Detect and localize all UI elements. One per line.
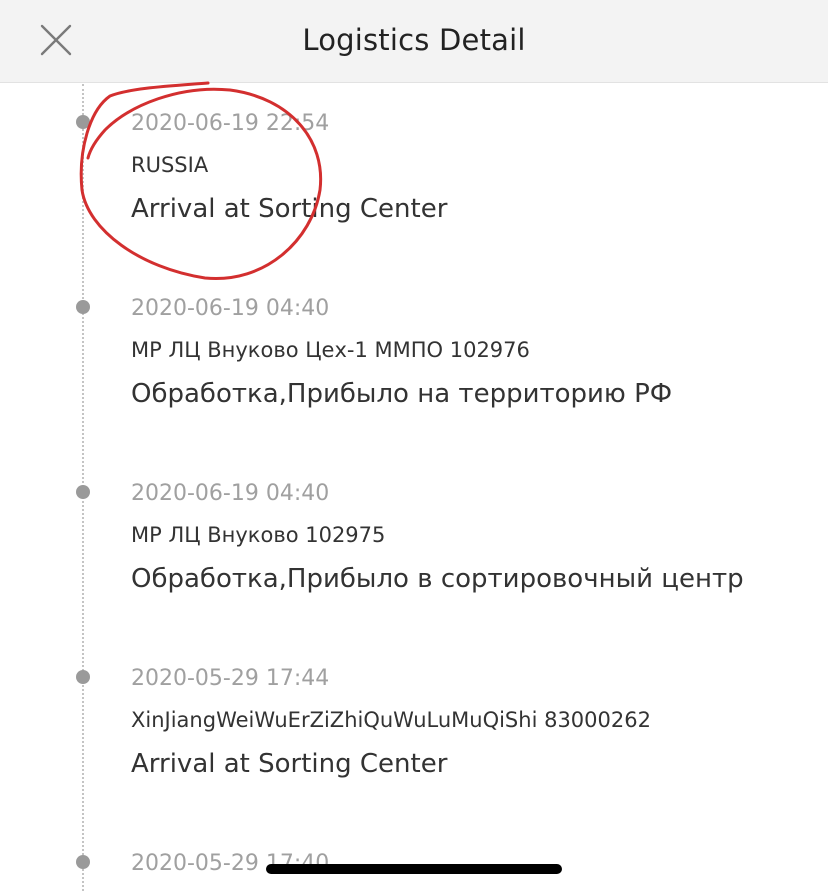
event-time: 2020-06-19 04:40 [131, 296, 330, 321]
timeline-dot [76, 300, 90, 314]
timeline-dot [76, 485, 90, 499]
event-time: 2020-06-19 04:40 [131, 481, 330, 506]
page-title: Logistics Detail [302, 23, 526, 57]
event-status: Обработка,Прибыло на территорию РФ [131, 379, 673, 409]
event-status: Arrival at Sorting Center [131, 749, 448, 779]
event-location: МР ЛЦ Внуково 102975 [131, 523, 386, 547]
event-location: RUSSIA [131, 153, 209, 177]
home-indicator [266, 864, 562, 874]
event-time: 2020-05-29 17:44 [131, 666, 330, 691]
timeline-dot [76, 855, 90, 869]
timeline-dot [76, 670, 90, 684]
event-location: XinJiangWeiWuErZiZhiQuWuLuMuQiShi 830002… [131, 708, 651, 732]
event-status: Arrival at Sorting Center [131, 194, 448, 224]
event-status: Обработка,Прибыло в сортировочный центр [131, 564, 744, 594]
event-location: МР ЛЦ Внуково Цех-1 ММПО 102976 [131, 338, 530, 362]
event-time: 2020-06-19 22:54 [131, 111, 330, 136]
timeline-dot [76, 115, 90, 129]
header-bar: Logistics Detail [0, 0, 828, 83]
logistics-detail-screen: Logistics Detail 2020-06-19 22:54 RUSSIA… [0, 0, 828, 891]
